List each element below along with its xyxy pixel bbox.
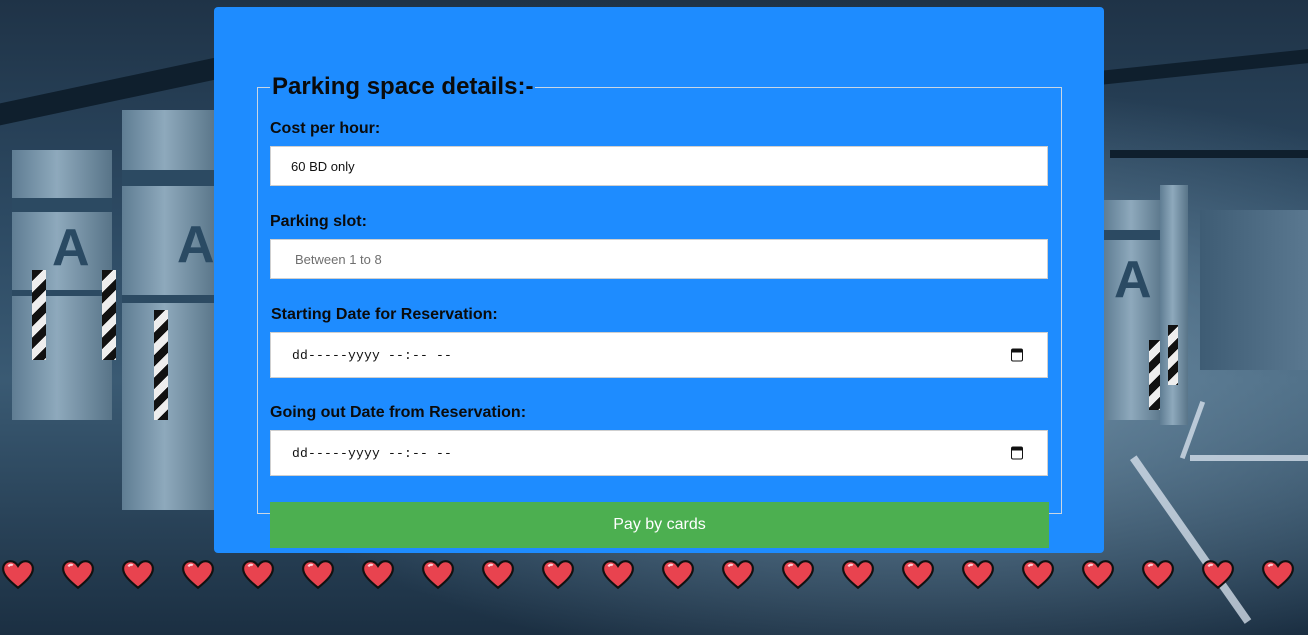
heart-icon xyxy=(2,560,34,590)
garage-pillar: A xyxy=(1104,200,1164,420)
heart-icon xyxy=(602,560,634,590)
heart-icon xyxy=(842,560,874,590)
heart-icon xyxy=(1022,560,1054,590)
heart-icon xyxy=(1142,560,1174,590)
heart-icon xyxy=(722,560,754,590)
heart-icon xyxy=(482,560,514,590)
cost-label: Cost per hour: xyxy=(270,120,381,137)
end-date-value: dd-----yyyy --:-- -- xyxy=(292,445,453,461)
slot-placeholder: Between 1 to 8 xyxy=(295,251,382,267)
heart-icon xyxy=(242,560,274,590)
heart-icon xyxy=(1262,560,1294,590)
heart-icon xyxy=(62,560,94,590)
heart-icon xyxy=(122,560,154,590)
parking-slot-input[interactable]: Between 1 to 8 xyxy=(270,239,1048,279)
pay-by-cards-button[interactable]: Pay by cards xyxy=(270,502,1049,548)
start-date-input[interactable]: dd-----yyyy --:-- -- xyxy=(270,332,1048,378)
garage-pillar: A xyxy=(122,110,217,510)
heart-icon xyxy=(542,560,574,590)
cost-field[interactable]: 60 BD only xyxy=(270,146,1048,186)
heart-icon xyxy=(1202,560,1234,590)
heart-icon xyxy=(182,560,214,590)
reservation-card: Parking space details:- Cost per hour: 6… xyxy=(214,7,1104,553)
heart-icon xyxy=(422,560,454,590)
garage-pillar: A xyxy=(12,150,116,420)
heart-icon xyxy=(1082,560,1114,590)
heart-icon xyxy=(902,560,934,590)
heart-icon xyxy=(362,560,394,590)
heart-icon xyxy=(782,560,814,590)
slot-label: Parking slot: xyxy=(270,213,367,230)
heart-decoration-row xyxy=(0,558,1308,598)
end-date-input[interactable]: dd-----yyyy --:-- -- xyxy=(270,430,1048,476)
fieldset-legend: Parking space details:- xyxy=(272,73,534,100)
cost-value: 60 BD only xyxy=(291,158,355,174)
ceiling-pipe xyxy=(1110,150,1308,158)
floor-marking xyxy=(1130,455,1252,624)
heart-icon xyxy=(662,560,694,590)
end-date-label: Going out Date from Reservation: xyxy=(270,404,527,421)
heart-icon xyxy=(302,560,334,590)
floor-marking xyxy=(1190,455,1308,461)
ceiling-beam xyxy=(1100,49,1308,85)
calendar-icon[interactable] xyxy=(1011,348,1023,362)
garage-pillar xyxy=(1160,185,1188,425)
start-date-label: Starting Date for Reservation: xyxy=(271,306,498,323)
garage-wall xyxy=(1200,210,1308,370)
calendar-icon[interactable] xyxy=(1011,446,1023,460)
heart-icon xyxy=(962,560,994,590)
start-date-value: dd-----yyyy --:-- -- xyxy=(292,347,453,363)
